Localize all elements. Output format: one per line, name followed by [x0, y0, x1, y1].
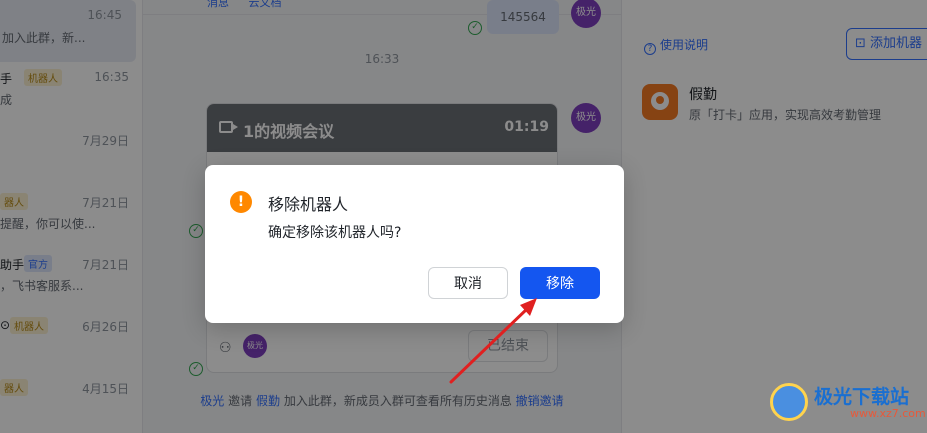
watermark: 极光下载站 www.xz7.com: [770, 380, 926, 424]
watermark-title: 极光下载站: [814, 386, 910, 408]
watermark-logo-icon: [770, 383, 808, 421]
dialog-title: 移除机器人: [268, 195, 349, 214]
warning-icon: !: [230, 191, 252, 213]
remove-bot-dialog: ! 移除机器人 确定移除该机器人吗? 取消 移除: [205, 165, 624, 323]
cancel-button[interactable]: 取消: [428, 267, 508, 299]
dialog-message: 确定移除该机器人吗?: [268, 225, 402, 241]
remove-button[interactable]: 移除: [520, 267, 600, 299]
app-window: 16:45 加入此群，新... 手 机器人 16:35 成 7月29日 器人 7…: [0, 0, 927, 433]
watermark-url: www.xz7.com: [850, 407, 926, 420]
